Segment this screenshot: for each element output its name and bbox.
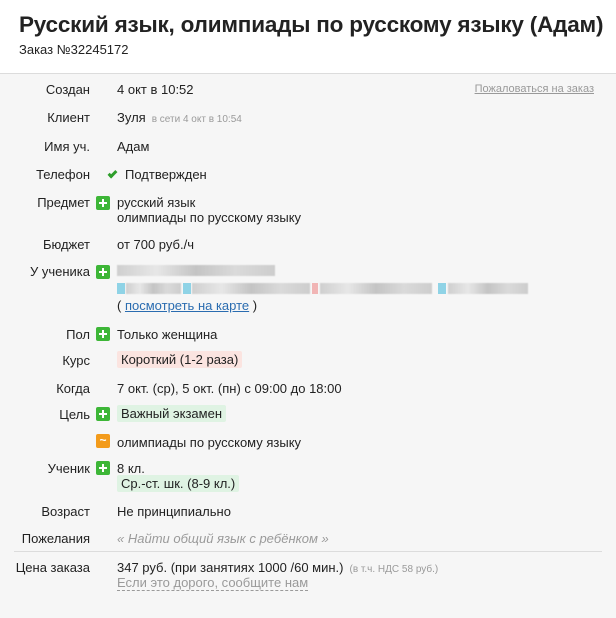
phone-status: Подтвержден xyxy=(125,167,207,182)
goal-value: Важный экзамен xyxy=(117,405,226,422)
plus-icon xyxy=(96,327,110,341)
subject-label: Предмет xyxy=(37,195,90,210)
redacted-block xyxy=(126,283,181,294)
goal-label: Цель xyxy=(59,407,90,422)
student-label: Ученик xyxy=(47,461,90,476)
when-value: 7 окт. (ср), 5 окт. (пн) с 09:00 до 18:0… xyxy=(117,381,342,396)
subject-line-1: русский язык xyxy=(117,195,196,210)
order-header: Русский язык, олимпиады по русскому язык… xyxy=(0,0,616,74)
price-value: 347 руб. (при занятиях 1000 /60 мин.) (в … xyxy=(117,560,438,575)
page-title: Русский язык, олимпиады по русскому язык… xyxy=(19,12,604,37)
redacted-block xyxy=(320,283,432,294)
phone-label: Телефон xyxy=(36,167,90,182)
approx-icon: ~ xyxy=(96,434,110,448)
redacted-address-line-1 xyxy=(117,265,275,276)
created-value: 4 окт в 10:52 xyxy=(117,82,194,97)
student-name-value: Адам xyxy=(117,139,150,154)
goal-extra: олимпиады по русскому языку xyxy=(117,435,302,450)
redacted-block xyxy=(192,283,310,294)
client-value: Зуля в сети 4 окт в 10:54 xyxy=(117,110,242,125)
course-value: Короткий (1-2 раза) xyxy=(117,351,243,368)
plus-icon xyxy=(96,196,110,210)
phone-value: Подтвержден xyxy=(106,167,207,182)
subject-line-2: олимпиады по русскому языку xyxy=(117,210,302,225)
view-on-map-link[interactable]: посмотреть на карте xyxy=(125,298,249,313)
price-label: Цена заказа xyxy=(15,560,90,575)
redacted-block xyxy=(312,283,318,294)
budget-value: от 700 руб./ч xyxy=(117,237,194,252)
redacted-block xyxy=(117,283,125,294)
plus-icon xyxy=(96,407,110,421)
course-label: Курс xyxy=(62,353,90,368)
student-level-tag: Ср.-ст. шк. (8-9 кл.) xyxy=(117,475,240,492)
at-student-label: У ученика xyxy=(29,264,90,279)
wishes-label: Пожелания xyxy=(21,531,90,546)
student-name-label: Имя уч. xyxy=(44,139,90,154)
redacted-block xyxy=(448,283,528,294)
age-value: Не принципиально xyxy=(117,504,231,519)
when-label: Когда xyxy=(56,381,90,396)
redacted-block xyxy=(438,283,446,294)
map-paren-close: ) xyxy=(252,298,258,313)
age-label: Возраст xyxy=(41,504,90,519)
redacted-block xyxy=(183,283,191,294)
goal-tag: Важный экзамен xyxy=(117,405,226,422)
budget-label: Бюджет xyxy=(42,237,90,252)
gender-label: Пол xyxy=(66,327,90,342)
created-label: Создан xyxy=(45,82,90,97)
too-expensive-link[interactable]: Если это дорого, сообщите нам xyxy=(117,575,309,591)
wishes-value: « Найти общий язык с ребёнком » xyxy=(117,531,329,546)
student-grade: 8 кл. xyxy=(117,461,145,476)
vat-note: (в т.ч. НДС 58 руб.) xyxy=(349,564,439,575)
plus-icon xyxy=(96,265,110,279)
price-amount: 347 руб. (при занятиях 1000 /60 мин.) xyxy=(117,560,344,575)
map-link-row: ( посмотреть на карте ) xyxy=(117,298,257,313)
course-tag: Короткий (1-2 раза) xyxy=(117,351,243,368)
check-icon xyxy=(107,168,118,179)
plus-icon xyxy=(96,461,110,475)
client-name[interactable]: Зуля xyxy=(117,110,146,125)
student-level: Ср.-ст. шк. (8-9 кл.) xyxy=(117,475,240,492)
order-number: Заказ №32245172 xyxy=(19,42,129,57)
report-order-link[interactable]: Пожаловаться на заказ xyxy=(475,83,594,95)
client-label: Клиент xyxy=(47,110,90,125)
gender-value: Только женщина xyxy=(117,327,218,342)
client-online-status: в сети 4 окт в 10:54 xyxy=(151,114,242,125)
map-paren-open: ( xyxy=(117,298,122,313)
divider xyxy=(14,551,602,552)
